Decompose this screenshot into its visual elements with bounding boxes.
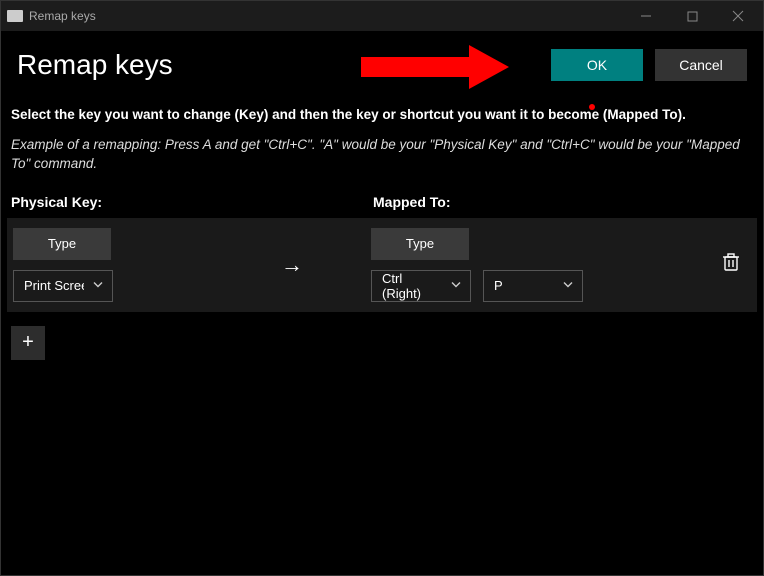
header-row: Remap keys OK Cancel [1, 31, 763, 89]
mapped-modifier-value: Ctrl (Right) [382, 271, 442, 301]
titlebar-title-area: Remap keys [7, 9, 623, 23]
maximize-button[interactable] [669, 1, 715, 31]
physical-key-column: Type Print Scree [13, 228, 213, 302]
titlebar: Remap keys [1, 1, 763, 31]
minimize-button[interactable] [623, 1, 669, 31]
mapped-key-value: P [494, 278, 503, 293]
arrow-separator: → [213, 252, 371, 278]
chevron-down-icon [92, 278, 104, 293]
close-button[interactable] [715, 1, 761, 31]
trash-icon[interactable] [722, 252, 740, 277]
arrow-right-icon: → [281, 252, 303, 278]
delete-column [711, 252, 751, 277]
physical-key-dropdown[interactable]: Print Scree [13, 270, 113, 302]
page-title: Remap keys [17, 49, 361, 81]
mapped-to-column: Type Ctrl (Right) P [371, 228, 711, 302]
physical-key-header: Physical Key: [11, 194, 373, 210]
example-text: Example of a remapping: Press A and get … [1, 131, 763, 188]
window-title: Remap keys [29, 9, 96, 23]
mapped-modifier-dropdown[interactable]: Ctrl (Right) [371, 270, 471, 302]
chevron-down-icon [450, 278, 462, 293]
keyboard-icon [7, 10, 23, 22]
mapped-to-header: Mapped To: [373, 194, 451, 210]
window-controls [623, 1, 761, 31]
plus-icon: + [22, 331, 34, 354]
annotation-dot [589, 104, 595, 110]
mapped-key-dropdown[interactable]: P [483, 270, 583, 302]
remap-keys-window: Remap keys Remap keys OK Cancel Select t… [0, 0, 764, 576]
mapped-dropdown-row: Ctrl (Right) P [371, 270, 583, 302]
mapping-row: Type Print Scree → Type Ctrl (Right) [7, 218, 757, 312]
ok-button[interactable]: OK [551, 49, 643, 81]
physical-type-button[interactable]: Type [13, 228, 111, 260]
add-row-area: + [1, 312, 763, 374]
mapped-type-button[interactable]: Type [371, 228, 469, 260]
annotation-arrow [361, 45, 531, 85]
physical-key-value: Print Scree [24, 278, 84, 293]
chevron-down-icon [562, 278, 574, 293]
add-mapping-button[interactable]: + [11, 326, 45, 360]
instruction-text: Select the key you want to change (Key) … [1, 89, 763, 131]
cancel-button[interactable]: Cancel [655, 49, 747, 81]
column-headers: Physical Key: Mapped To: [1, 188, 763, 218]
